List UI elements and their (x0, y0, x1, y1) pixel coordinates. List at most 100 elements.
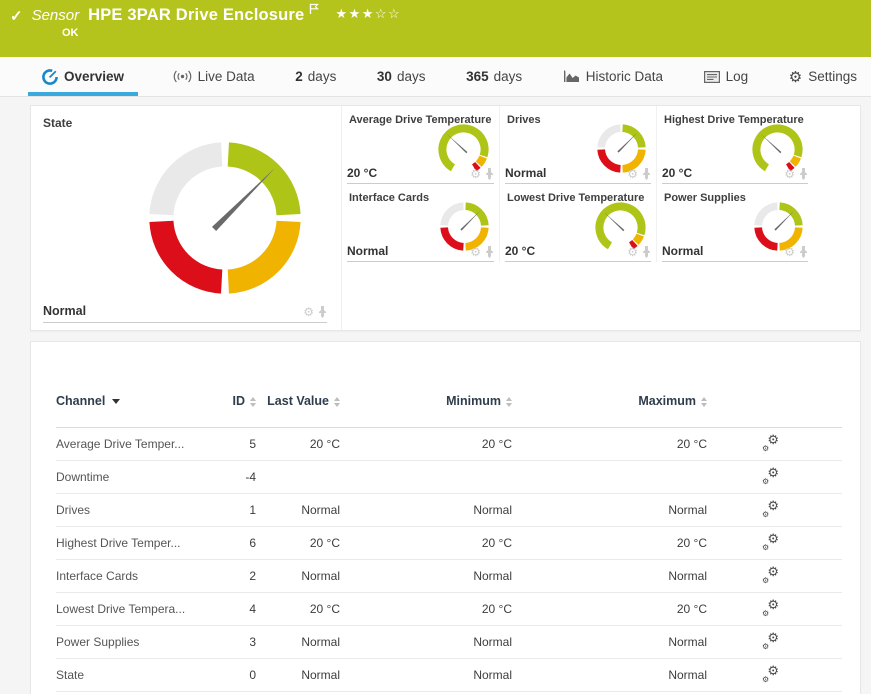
gauge-cell-state: State Normal ⚙ (31, 106, 342, 330)
overview-gauges-panel: State Normal ⚙ Average Drive Temperature… (30, 105, 861, 331)
cell-minimum: Normal (340, 668, 512, 682)
column-header-channel[interactable]: Channel (56, 393, 221, 410)
gear-icon[interactable]: ⚙ (303, 307, 314, 317)
tab-overview[interactable]: Overview (28, 57, 138, 96)
pin-icon[interactable] (485, 246, 494, 258)
pin-icon[interactable] (799, 168, 808, 180)
tab-bar: Overview Live Data 2 days 30 days 365days Histo… (0, 57, 871, 97)
pin-icon[interactable] (799, 246, 808, 258)
tab-label: Live Data (198, 69, 255, 84)
gauge-value: Normal (43, 304, 86, 318)
channel-settings-gears-icon[interactable]: ⚙⚙ (762, 667, 779, 683)
tab-settings[interactable]: ⚙Settings (783, 57, 863, 96)
column-label: Minimum (446, 393, 501, 410)
column-label: Last Value (267, 393, 329, 410)
cell-minimum: Normal (340, 635, 512, 649)
gauge-icon (42, 69, 58, 85)
pin-icon[interactable] (642, 168, 651, 180)
broadcast-icon (173, 70, 192, 83)
gear-icon[interactable]: ⚙ (470, 247, 481, 257)
cell-channel: Highest Drive Temper... (56, 536, 221, 550)
pin-icon[interactable] (318, 306, 327, 318)
sort-caret-icon[interactable] (112, 399, 120, 404)
gauge-value: 20 °C (662, 166, 692, 180)
channel-settings-gears-icon[interactable]: ⚙⚙ (762, 436, 779, 452)
table-row: Power Supplies3NormalNormalNormal⚙⚙ (56, 626, 842, 659)
gauge-value: Normal (347, 244, 388, 258)
column-label: Maximum (638, 393, 696, 410)
cell-maximum: 20 °C (512, 602, 707, 616)
channel-settings-gears-icon[interactable]: ⚙⚙ (762, 535, 779, 551)
cell-minimum: Normal (340, 503, 512, 517)
priority-stars[interactable]: ★★★☆☆ (335, 6, 401, 22)
tab-number: 2 (295, 69, 303, 84)
table-row: Highest Drive Temper...620 °C20 °C20 °C⚙… (56, 527, 842, 560)
gauge-cell-highest-drive-temperature: Highest Drive Temperature 20 °C⚙ (656, 106, 813, 184)
tab-30-days[interactable]: 30 days (371, 57, 432, 96)
cell-id: 4 (221, 602, 256, 616)
cell-minimum: 20 °C (340, 602, 512, 616)
gear-icon[interactable]: ⚙ (627, 247, 638, 257)
area-chart-icon (563, 70, 580, 83)
cell-last-value: 20 °C (256, 437, 340, 451)
gauge-cell-interface-cards: Interface Cards Normal⚙ (342, 184, 499, 262)
gauge-cell-drives: Drives Normal⚙ (499, 106, 656, 184)
log-icon (704, 71, 720, 83)
channel-settings-gears-icon[interactable]: ⚙⚙ (762, 601, 779, 617)
cell-maximum: 20 °C (512, 437, 707, 451)
tab-label: days (308, 69, 337, 84)
channel-settings-gears-icon[interactable]: ⚙⚙ (762, 502, 779, 518)
table-row: Average Drive Temper...520 °C20 °C20 °C⚙… (56, 428, 842, 461)
gear-icon: ⚙ (789, 68, 802, 86)
channel-table-body: Average Drive Temper...520 °C20 °C20 °C⚙… (56, 428, 860, 692)
table-row: Drives1NormalNormalNormal⚙⚙ (56, 494, 842, 527)
sort-toggle-icon[interactable] (701, 397, 707, 407)
pin-icon[interactable] (642, 246, 651, 258)
column-header-last-value[interactable]: Last Value (256, 393, 340, 410)
gear-icon[interactable]: ⚙ (784, 247, 795, 257)
cell-maximum: Normal (512, 569, 707, 583)
sensor-header: ✓ Sensor HPE 3PAR Drive Enclosure ★★★☆☆ … (0, 0, 871, 57)
gauge-value: Normal (662, 244, 703, 258)
channel-settings-gears-icon[interactable]: ⚙⚙ (762, 568, 779, 584)
tab-label: days (397, 69, 426, 84)
cell-maximum: Normal (512, 503, 707, 517)
cell-last-value: Normal (256, 668, 340, 682)
cell-id: 5 (221, 437, 256, 451)
channel-table-panel: ChannelID Last Value Minimum Maximum Averag… (30, 341, 861, 694)
gear-icon[interactable]: ⚙ (784, 169, 795, 179)
gauge-title: State (43, 116, 327, 130)
channel-settings-gears-icon[interactable]: ⚙⚙ (762, 634, 779, 650)
cell-channel: Average Drive Temper... (56, 437, 221, 451)
cell-maximum: Normal (512, 668, 707, 682)
cell-maximum: Normal (512, 635, 707, 649)
tab-historic-data[interactable]: Historic Data (557, 57, 669, 96)
cell-channel: Drives (56, 503, 221, 517)
table-row: State0NormalNormalNormal⚙⚙ (56, 659, 842, 692)
column-header-maximum[interactable]: Maximum (512, 393, 707, 410)
channel-table-header: ChannelID Last Value Minimum Maximum (56, 376, 842, 428)
column-header-id[interactable]: ID (221, 393, 256, 410)
tab-number: 30 (377, 69, 392, 84)
pin-icon[interactable] (485, 168, 494, 180)
tab-live-data[interactable]: Live Data (167, 57, 261, 96)
column-header-minimum[interactable]: Minimum (340, 393, 512, 410)
cell-minimum: Normal (340, 569, 512, 583)
cell-channel: Lowest Drive Tempera... (56, 602, 221, 616)
cell-last-value: Normal (256, 569, 340, 583)
tab-365-days[interactable]: 365days (460, 57, 528, 96)
cell-id: 0 (221, 668, 256, 682)
cell-maximum: 20 °C (512, 536, 707, 550)
tab-log[interactable]: Log (698, 57, 755, 96)
gear-icon[interactable]: ⚙ (627, 169, 638, 179)
table-row: Lowest Drive Tempera...420 °C20 °C20 °C⚙… (56, 593, 842, 626)
gear-icon[interactable]: ⚙ (470, 169, 481, 179)
tab-2-days[interactable]: 2 days (289, 57, 342, 96)
gauge-value: Normal (505, 166, 546, 180)
flag-icon[interactable] (309, 2, 319, 20)
cell-minimum: 20 °C (340, 536, 512, 550)
gauge-cell-average-drive-temperature: Average Drive Temperature 20 °C⚙ (342, 106, 499, 184)
cell-channel: State (56, 668, 221, 682)
channel-settings-gears-icon[interactable]: ⚙⚙ (762, 469, 779, 485)
cell-channel: Downtime (56, 470, 221, 484)
